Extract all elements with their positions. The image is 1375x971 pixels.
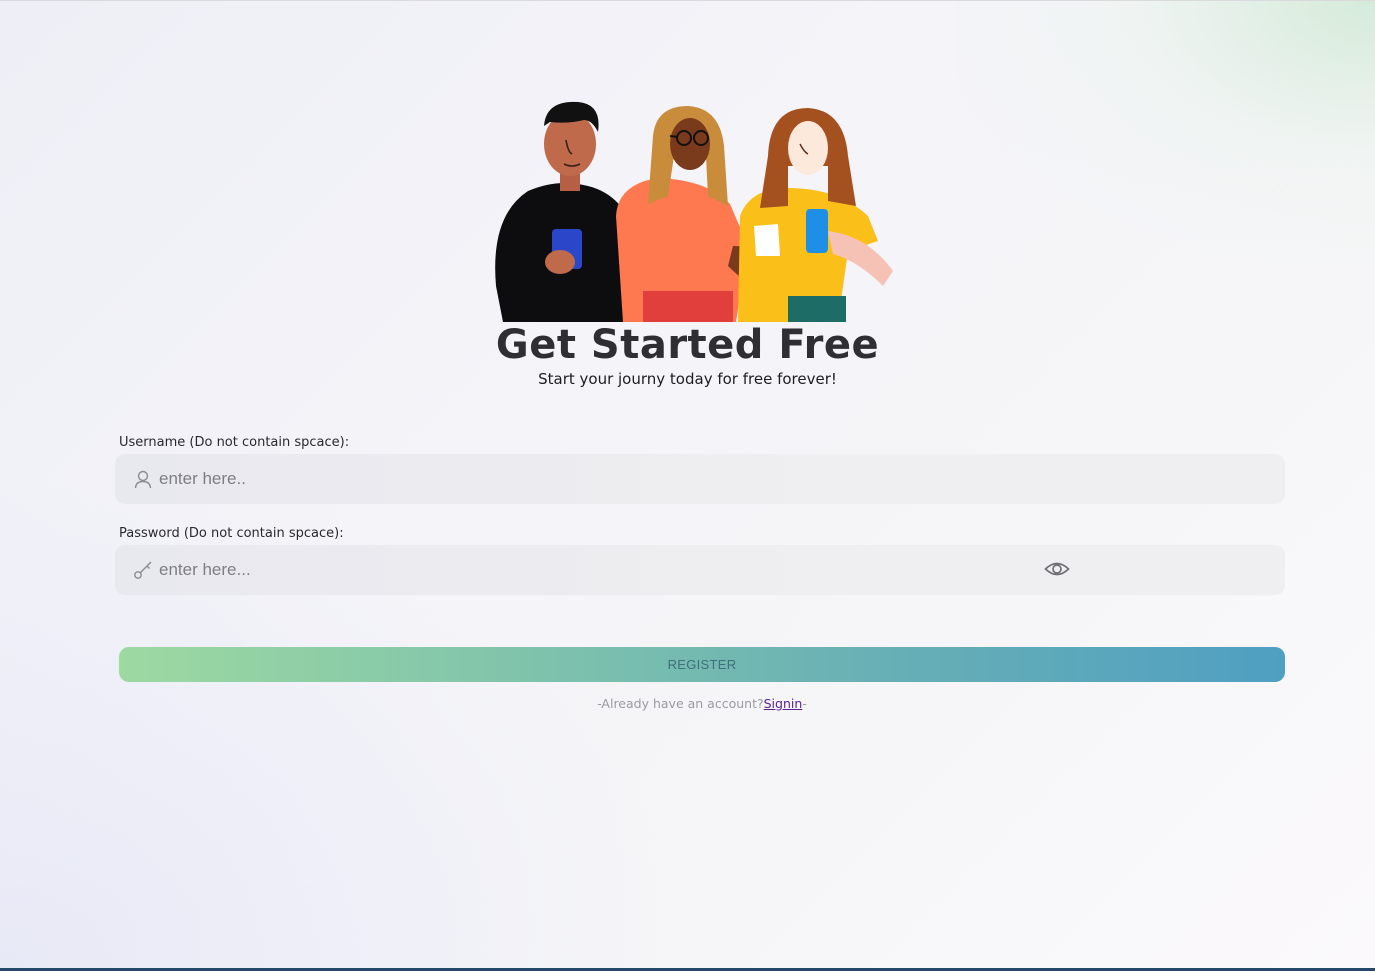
password-input[interactable] [159, 545, 1039, 595]
background-glow-top-right [955, 0, 1375, 260]
register-button[interactable]: REGISTER [119, 647, 1285, 682]
people-illustration [495, 101, 893, 322]
eye-icon[interactable] [1044, 558, 1070, 580]
key-icon [134, 561, 152, 579]
signin-prompt: -Already have an account?Signin- [0, 696, 1375, 711]
password-field[interactable] [115, 545, 1285, 595]
top-border [0, 0, 1375, 1]
username-field[interactable] [115, 454, 1285, 504]
password-label: Password (Do not contain spcace): [119, 526, 344, 541]
signin-prefix-text: -Already have an account? [597, 696, 764, 711]
page-subtitle: Start your journy today for free forever… [538, 370, 837, 388]
signin-suffix-text: - [802, 696, 807, 711]
signin-link[interactable]: Signin [764, 696, 803, 711]
page-title: Get Started Free [495, 322, 880, 368]
username-input[interactable] [159, 454, 1039, 504]
username-label: Username (Do not contain spcace): [119, 435, 350, 450]
user-icon [134, 470, 152, 489]
